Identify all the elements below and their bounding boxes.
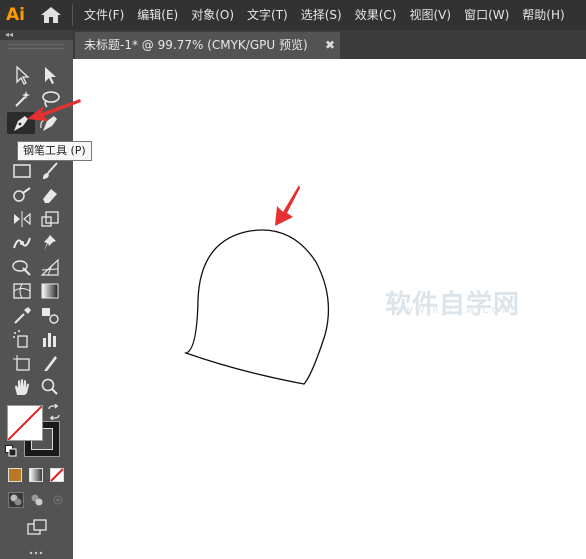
watermark-url: WWW.RJZXW.COM xyxy=(392,306,513,316)
red-arrow-canvas xyxy=(275,185,300,226)
drawn-path xyxy=(183,229,330,385)
canvas-overlay xyxy=(27,99,330,385)
red-arrow-pen-tool xyxy=(27,99,81,121)
pen-tool-tooltip: 钢笔工具 (P) xyxy=(17,141,92,161)
